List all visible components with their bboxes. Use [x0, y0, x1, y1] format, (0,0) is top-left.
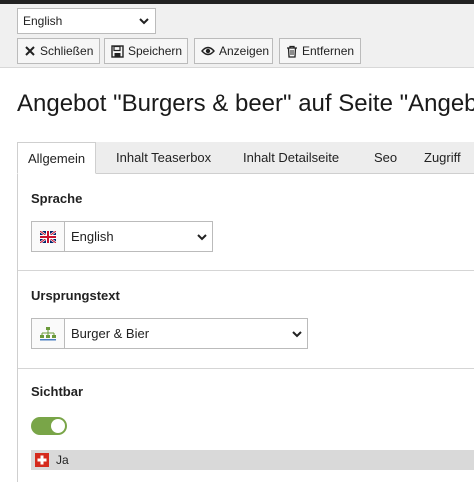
save-button-label: Speichern	[128, 44, 183, 58]
swiss-flag-icon	[35, 453, 49, 467]
section-divider	[18, 368, 474, 369]
ursprungstext-chevron	[287, 319, 307, 348]
save-button[interactable]: Speichern	[104, 38, 188, 64]
close-icon	[25, 46, 35, 56]
sichtbar-label: Sichtbar	[31, 384, 84, 399]
tab-bar: Allgemein Inhalt Teaserbox Inhalt Detail…	[17, 142, 474, 174]
view-button[interactable]: Anzeigen	[194, 38, 273, 64]
form-panel: Sprache English Ursprungstext Burger & B…	[17, 174, 474, 482]
tab-allgemein[interactable]: Allgemein	[17, 142, 97, 174]
page-title: Angebot "Burgers & beer" auf Seite "Ange…	[17, 90, 474, 117]
sichtbar-toggle[interactable]	[31, 417, 67, 435]
eye-icon	[201, 46, 215, 56]
delete-button-label: Entfernen	[302, 44, 355, 58]
section-divider	[18, 270, 474, 271]
sprache-icon-cell	[32, 222, 65, 251]
sprache-select[interactable]: English	[31, 221, 213, 252]
language-select[interactable]: English	[17, 8, 156, 34]
tab-inhalt-teaserbox[interactable]: Inhalt Teaserbox	[116, 142, 211, 174]
trash-icon	[287, 45, 297, 58]
tab-seo[interactable]: Seo	[374, 142, 397, 174]
view-button-label: Anzeigen	[219, 44, 270, 58]
toggle-knob	[51, 419, 65, 433]
close-button[interactable]: Schließen	[17, 38, 100, 64]
sprache-chevron	[192, 222, 212, 251]
sprache-label: Sprache	[31, 191, 83, 206]
toolbar: English Schließen Speichern Anzeigen Ent…	[0, 4, 474, 68]
language-select-value: English	[23, 14, 63, 28]
sitemap-icon	[40, 326, 56, 340]
close-button-label: Schließen	[40, 44, 94, 58]
ursprungstext-icon-cell	[32, 319, 65, 348]
sichtbar-status-bar: Ja	[31, 450, 474, 470]
sprache-value: English	[71, 229, 114, 244]
chevron-down-icon	[292, 330, 302, 337]
sichtbar-status-text: Ja	[56, 453, 69, 467]
chevron-down-icon	[197, 233, 207, 240]
ursprungstext-select[interactable]: Burger & Bier	[31, 318, 308, 349]
chevron-down-icon	[139, 18, 149, 25]
delete-button[interactable]: Entfernen	[279, 38, 361, 64]
save-icon	[111, 44, 124, 58]
ursprungstext-value: Burger & Bier	[71, 326, 150, 341]
ursprungstext-label: Ursprungstext	[31, 288, 120, 303]
tab-zugriff[interactable]: Zugriff	[424, 142, 461, 174]
tab-inhalt-detailseite[interactable]: Inhalt Detailseite	[243, 142, 339, 174]
uk-flag-icon	[40, 230, 56, 243]
